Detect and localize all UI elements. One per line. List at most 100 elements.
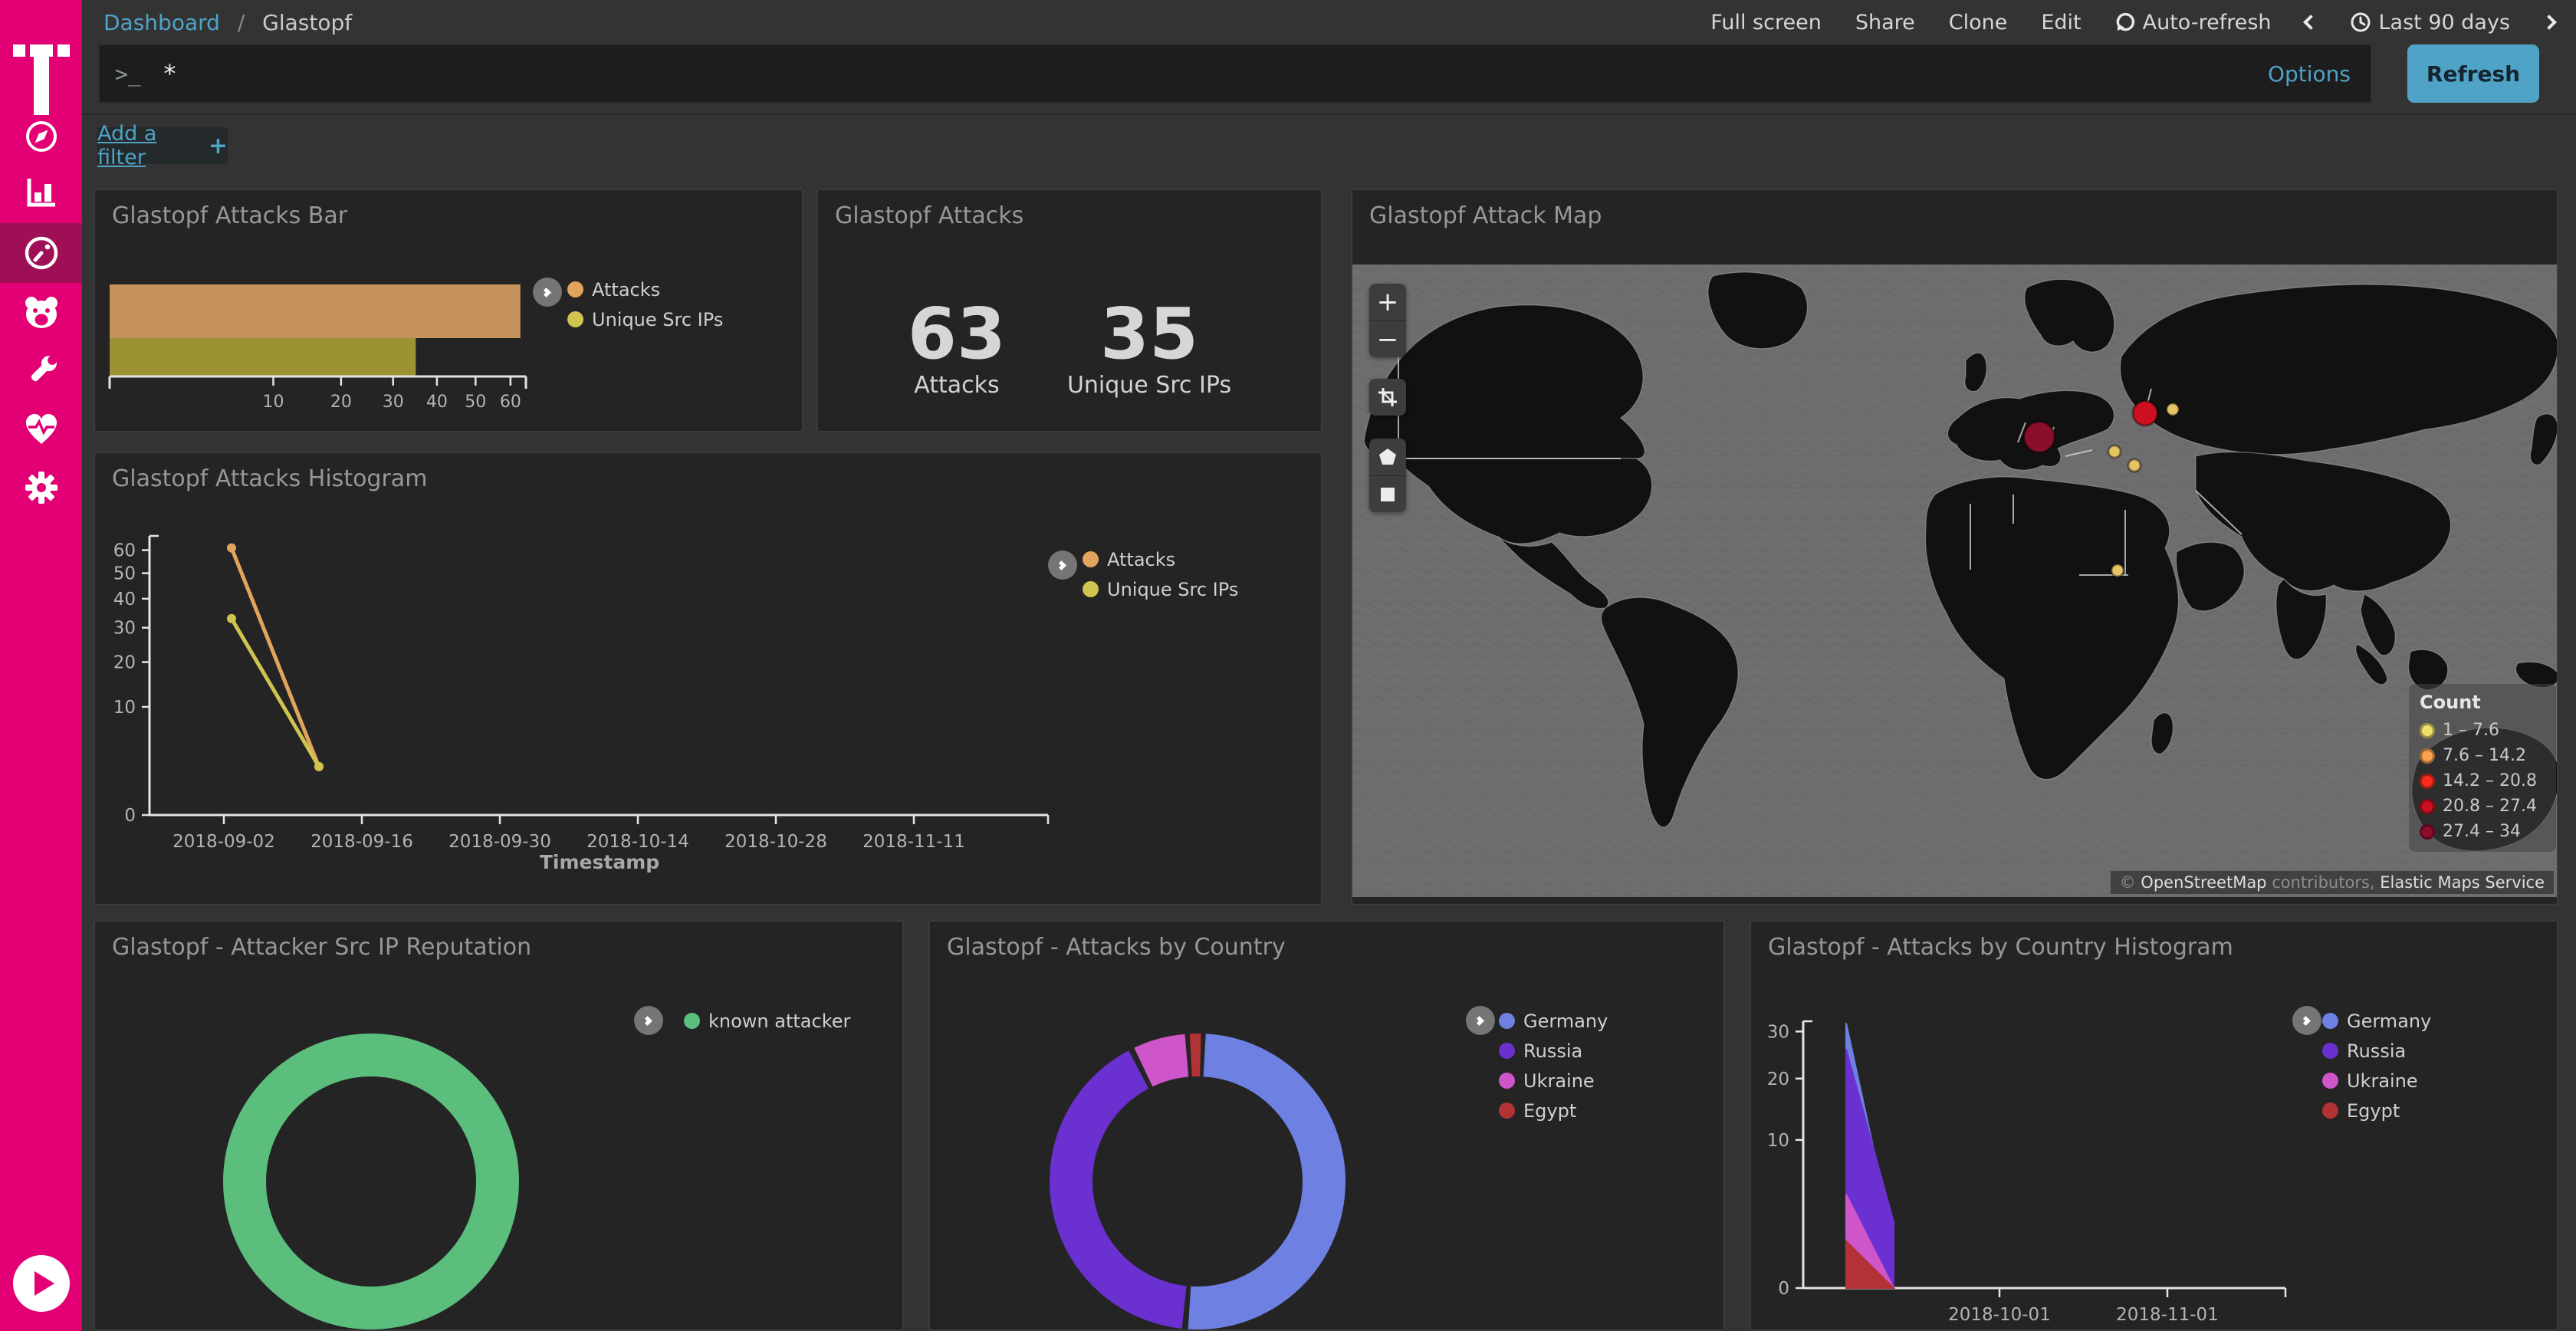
svg-text:40: 40: [113, 590, 136, 610]
draw-rectangle-button[interactable]: [1369, 475, 1406, 512]
legend-item[interactable]: Ukraine: [2322, 1066, 2431, 1096]
search-input[interactable]: [161, 58, 2268, 89]
legend-item[interactable]: Egypt: [1499, 1096, 1608, 1126]
legend-label: Ukraine: [2347, 1070, 2418, 1092]
edit-button[interactable]: Edit: [2041, 11, 2081, 35]
legend-item[interactable]: Unique Src IPs: [1083, 574, 1238, 604]
legend-dot-icon: [2322, 1103, 2338, 1119]
sidebar-item-timelion[interactable]: [0, 283, 82, 343]
attack-marker[interactable]: [2111, 564, 2124, 577]
legend-label: Unique Src IPs: [1107, 579, 1238, 600]
legend-label: Unique Src IPs: [592, 309, 723, 330]
legend-label: Germany: [1523, 1011, 1608, 1032]
sidebar-item-dashboard[interactable]: [0, 223, 82, 283]
legend-label: Russia: [2347, 1040, 2406, 1062]
reputation-donut-chart: [95, 922, 904, 1331]
full-screen-button[interactable]: Full screen: [1710, 11, 1822, 35]
draw-polygon-button[interactable]: [1369, 439, 1406, 475]
legend-dot-icon: [2322, 1073, 2338, 1089]
map-legend-item: 7.6 – 14.2: [2420, 743, 2545, 768]
legend-label: Attacks: [1107, 549, 1175, 570]
map-draw-controls: [1369, 439, 1406, 512]
search-bar[interactable]: >_ Options: [99, 44, 2371, 103]
legend-toggle-icon[interactable]: [1048, 550, 1077, 580]
svg-text:20: 20: [113, 653, 136, 673]
zoom-in-button[interactable]: +: [1369, 284, 1406, 320]
legend-item[interactable]: Unique Src IPs: [567, 304, 723, 334]
legend-item[interactable]: Ukraine: [1499, 1066, 1608, 1096]
legend-toggle-icon[interactable]: [533, 278, 562, 307]
share-button[interactable]: Share: [1855, 11, 1915, 35]
auto-refresh-button[interactable]: Auto-refresh: [2115, 11, 2272, 35]
legend-label: Egypt: [2347, 1100, 2400, 1122]
clone-button[interactable]: Clone: [1949, 11, 2008, 35]
world-map[interactable]: + − Cou: [1352, 265, 2558, 897]
add-filter-label: Add a filter: [97, 122, 201, 169]
legend-item[interactable]: Germany: [2322, 1006, 2431, 1036]
legend-dot-icon: [2322, 1013, 2338, 1029]
attack-marker[interactable]: [2128, 459, 2141, 472]
gear-icon: [23, 469, 60, 506]
count-bucket-range: 20.8 – 27.4: [2443, 797, 2537, 816]
attack-marker[interactable]: [2024, 422, 2055, 452]
svg-text:40: 40: [426, 393, 448, 412]
refresh-button[interactable]: Refresh: [2407, 44, 2539, 103]
zoom-out-button[interactable]: −: [1369, 320, 1406, 357]
breadcrumb-dashboard-link[interactable]: Dashboard: [104, 10, 220, 35]
sidebar-item-discover[interactable]: [0, 107, 82, 166]
count-bucket-dot-icon: [2420, 824, 2435, 840]
legend-toggle-icon[interactable]: [1466, 1006, 1495, 1035]
panel-attacks-by-country: Glastopf - Attacks by Country GermanyRus…: [928, 920, 1725, 1331]
legend-item[interactable]: Attacks: [1083, 544, 1238, 574]
count-bucket-range: 7.6 – 14.2: [2443, 746, 2526, 765]
legend-item[interactable]: Attacks: [567, 274, 723, 304]
legend-item[interactable]: Russia: [1499, 1036, 1608, 1066]
svg-text:2018-11-11: 2018-11-11: [863, 832, 965, 852]
legend-dot-icon: [567, 311, 583, 327]
country-histogram-chart: 01020302018-10-012018-11-01Timestamp: [1751, 922, 2558, 1331]
svg-text:30: 30: [383, 393, 404, 412]
openstreetmap-link[interactable]: OpenStreetMap: [2141, 873, 2266, 892]
legend-toggle-icon[interactable]: [634, 1006, 663, 1035]
bear-icon: [21, 294, 61, 331]
time-forward-button[interactable]: [2544, 17, 2555, 28]
elastic-maps-service-link[interactable]: Elastic Maps Service: [2380, 873, 2545, 892]
chevron-right-icon: [2542, 15, 2557, 30]
sidebar-collapse-button[interactable]: [13, 1255, 70, 1312]
legend-dot-icon: [1083, 551, 1099, 567]
legend-dot-icon: [1499, 1013, 1515, 1029]
options-link[interactable]: Options: [2268, 61, 2351, 87]
legend-item[interactable]: Egypt: [2322, 1096, 2431, 1126]
map-legend-title: Count: [2420, 692, 2545, 713]
panel-title: Glastopf Attack Map: [1369, 202, 1602, 229]
svg-text:60: 60: [500, 393, 521, 412]
chart-legend: Attacks Unique Src IPs: [567, 274, 723, 334]
attack-marker[interactable]: [2167, 403, 2179, 416]
legend-dot-icon: [2322, 1043, 2338, 1059]
legend-label: Ukraine: [1523, 1070, 1595, 1092]
legend-toggle-icon[interactable]: [2292, 1006, 2321, 1035]
toolbar-divider: [82, 113, 2576, 115]
breadcrumb: Dashboard / Glastopf: [104, 10, 352, 35]
sidebar-item-monitoring[interactable]: [0, 399, 82, 459]
legend-label: Germany: [2347, 1011, 2431, 1032]
sidebar-item-dev-tools[interactable]: [0, 341, 82, 401]
fit-bounds-button[interactable]: [1369, 379, 1406, 416]
legend-item[interactable]: Russia: [2322, 1036, 2431, 1066]
pentagon-icon: [1378, 448, 1397, 466]
map-legend-item: 14.2 – 20.8: [2420, 768, 2545, 794]
add-filter-button[interactable]: Add a filter +: [97, 127, 228, 164]
sidebar-item-visualize[interactable]: [0, 163, 82, 222]
count-bucket-dot-icon: [2420, 723, 2435, 738]
attack-marker[interactable]: [2108, 445, 2121, 458]
wrench-icon: [23, 353, 60, 389]
time-range-button[interactable]: Last 90 days: [2350, 11, 2511, 35]
legend-dot-icon: [1083, 581, 1099, 597]
legend-item[interactable]: known attacker: [684, 1006, 850, 1036]
time-back-button[interactable]: [2305, 17, 2316, 28]
count-bucket-dot-icon: [2420, 799, 2435, 814]
panel-title: Glastopf Attacks: [835, 202, 1024, 229]
attack-marker[interactable]: [2133, 401, 2157, 426]
sidebar-item-management[interactable]: [0, 458, 82, 518]
legend-item[interactable]: Germany: [1499, 1006, 1608, 1036]
